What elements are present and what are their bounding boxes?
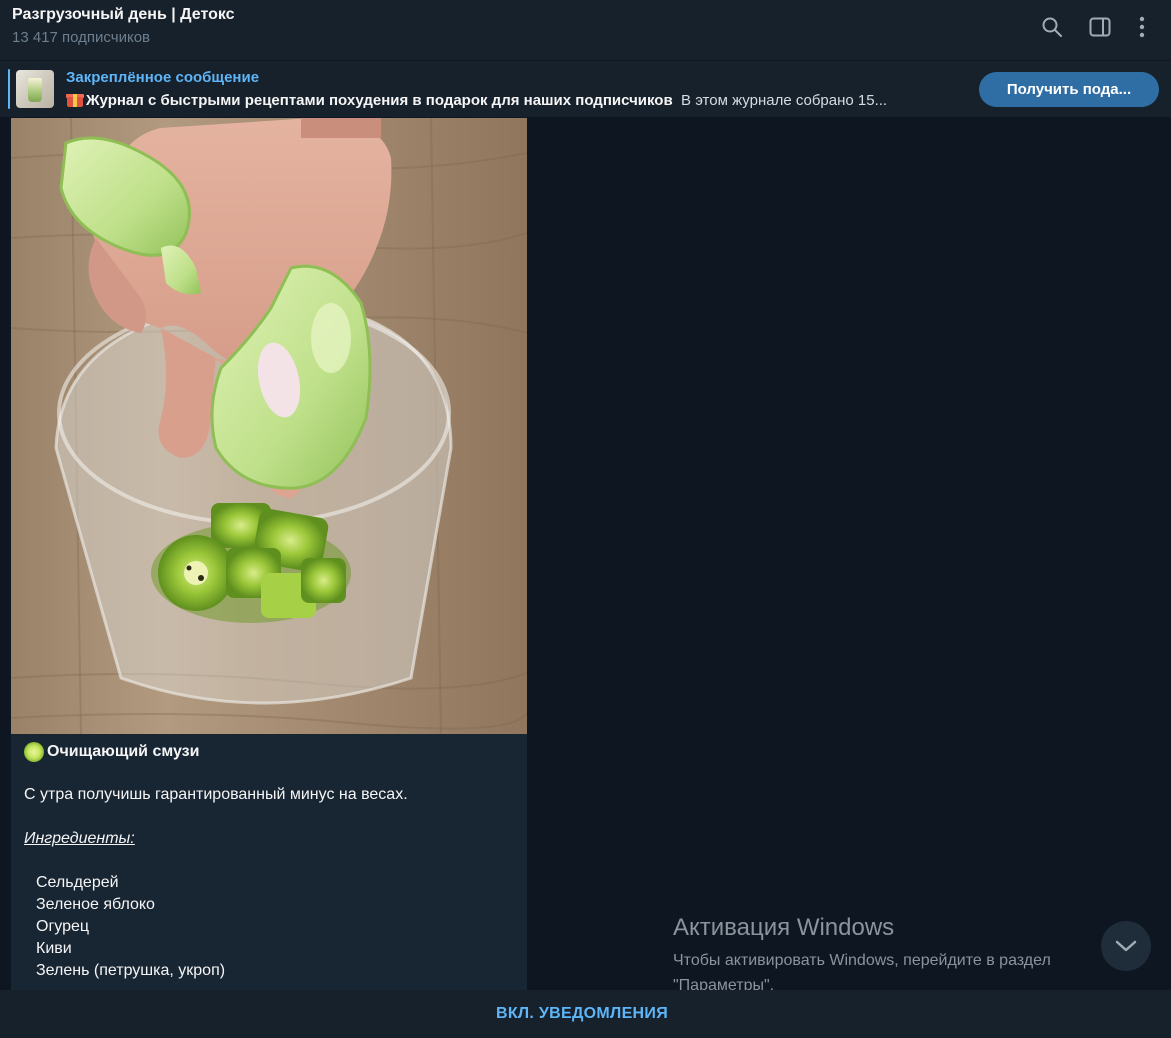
ingredients-heading: Ингредиенты: bbox=[24, 830, 135, 847]
enable-notifications-button[interactable]: ВКЛ. УВЕДОМЛЕНИЯ bbox=[0, 990, 1164, 1038]
get-gift-button[interactable]: Получить пода... bbox=[979, 72, 1159, 107]
bottom-bar: ВКЛ. УВЕДОМЛЕНИЯ bbox=[0, 990, 1171, 1038]
pinned-thumbnail bbox=[16, 70, 54, 108]
subscriber-count: 13 417 подписчиков bbox=[12, 29, 151, 46]
ingredient-item: Киви bbox=[36, 940, 72, 957]
pinned-label: Закреплённое сообщение bbox=[66, 69, 260, 86]
channel-message: Очищающий смузи С утра получишь гарантир… bbox=[11, 118, 527, 990]
chat-header: Разгрузочный день | Детокс 13 417 подпис… bbox=[0, 0, 1171, 60]
windows-activation-title: Активация Windows bbox=[673, 914, 895, 941]
sidebar-toggle-icon[interactable] bbox=[1087, 14, 1113, 40]
gift-icon bbox=[66, 91, 84, 107]
pinned-text-rest: В этом журнале собрано 15... bbox=[681, 92, 888, 109]
ingredient-item: Сельдерей bbox=[36, 874, 119, 891]
message-photo[interactable] bbox=[11, 118, 527, 734]
ingredient-item: Зелень (петрушка, укроп) bbox=[36, 962, 226, 979]
scroll-down-button[interactable] bbox=[1101, 921, 1151, 971]
pinned-text: Журнал с быстрыми рецептами похудения в … bbox=[66, 91, 971, 109]
message-intro: С утра получишь гарантированный минус на… bbox=[24, 786, 408, 803]
message-title: Очищающий смузи bbox=[24, 742, 199, 762]
more-vert-icon[interactable] bbox=[1129, 14, 1155, 40]
ingredient-item: Зеленое яблоко bbox=[36, 896, 155, 913]
pinned-message-bar[interactable]: Закреплённое сообщение Журнал с быстрыми… bbox=[0, 60, 1171, 117]
channel-title[interactable]: Разгрузочный день | Детокс bbox=[12, 6, 235, 24]
ingredient-item: Огурец bbox=[36, 918, 90, 935]
pinned-accent-line bbox=[8, 69, 10, 109]
pinned-text-bold: Журнал с быстрыми рецептами похудения в … bbox=[86, 92, 673, 109]
search-icon[interactable] bbox=[1039, 14, 1065, 40]
chevron-down-icon bbox=[1115, 940, 1137, 952]
lime-icon bbox=[24, 742, 44, 762]
